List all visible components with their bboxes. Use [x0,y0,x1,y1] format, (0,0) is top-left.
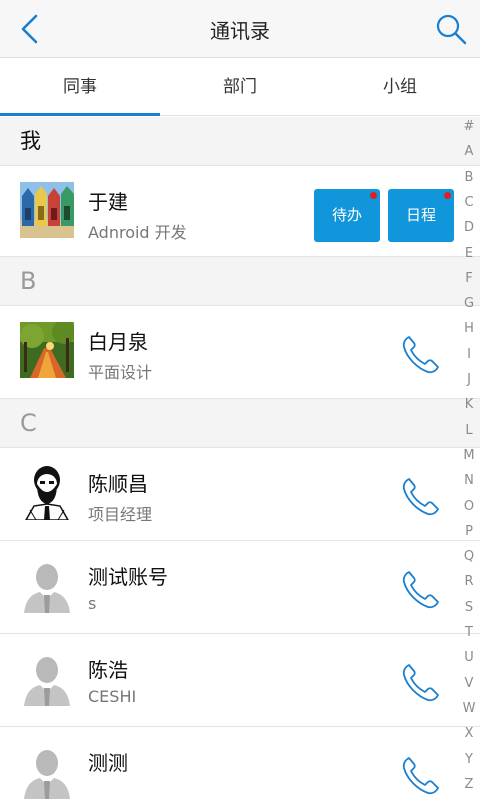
avatar [20,464,74,520]
schedule-label: 日程 [405,206,436,224]
phone-icon[interactable] [400,569,442,611]
index-letter[interactable]: P [458,524,480,539]
contact-subtitle: s [88,594,97,613]
todo-label: 待办 [331,206,362,224]
index-letter[interactable]: G [458,296,480,311]
index-letter[interactable]: J [458,372,480,387]
index-letter[interactable]: L [458,423,480,438]
contact-list: 我 于建 Adnroid 开发 待办 日程 B 白月泉 平面设计 C 陈顺昌 项… [0,117,480,800]
index-letter[interactable]: U [458,650,480,665]
index-letter[interactable]: F [458,271,480,286]
contact-name: 白月泉 [88,330,148,354]
index-letter[interactable]: T [458,625,480,640]
index-letter[interactable]: K [458,397,480,412]
index-letter[interactable]: Y [458,752,480,767]
section-header-b: B [0,257,480,306]
avatar [20,322,74,378]
phone-icon[interactable] [400,476,442,518]
page-title: 通讯录 [210,19,270,43]
top-bar: 通讯录 [0,0,480,58]
default-avatar-icon [20,743,74,799]
section-header-me: 我 [0,117,480,166]
contact-name: 测试账号 [88,565,168,589]
index-letter[interactable]: W [458,701,480,716]
contact-name: 陈顺昌 [88,472,148,496]
contact-row[interactable]: 测测 [0,727,480,800]
contact-name: 于建 [88,190,128,214]
notification-dot [370,192,377,199]
index-letter[interactable]: Z [458,777,480,792]
schedule-button[interactable]: 日程 [388,189,454,242]
index-letter[interactable]: # [458,119,480,134]
contact-name: 测测 [88,751,128,775]
index-letter[interactable]: S [458,600,480,615]
phone-icon[interactable] [400,755,442,797]
index-letter[interactable]: D [458,220,480,235]
index-letter[interactable]: R [458,574,480,589]
default-avatar-icon [20,557,74,613]
tab-departments[interactable]: 部门 [160,59,320,115]
contact-row[interactable]: 陈顺昌 项目经理 [0,448,480,541]
avatar [20,182,74,238]
index-letter[interactable]: H [458,321,480,336]
contact-subtitle: Adnroid 开发 [88,223,187,242]
phone-icon[interactable] [400,662,442,704]
tab-colleagues[interactable]: 同事 [0,59,160,116]
section-header-c: C [0,399,480,448]
tab-groups[interactable]: 小组 [320,59,480,115]
index-letter[interactable]: C [458,195,480,210]
index-letter[interactable]: I [458,347,480,362]
search-icon[interactable] [434,12,468,46]
index-letter[interactable]: O [458,499,480,514]
index-letter[interactable]: M [458,448,480,463]
contact-row[interactable]: 陈浩 CESHI [0,634,480,727]
index-letter[interactable]: B [458,170,480,185]
index-letter[interactable]: E [458,246,480,261]
default-avatar-icon [20,650,74,706]
contact-subtitle: 平面设计 [88,363,153,382]
contact-subtitle: CESHI [88,687,137,706]
index-letter[interactable]: X [458,726,480,741]
contact-name: 陈浩 [88,658,128,682]
contact-row[interactable]: 测试账号 s [0,541,480,634]
todo-button[interactable]: 待办 [314,189,380,242]
index-letter[interactable]: A [458,144,480,159]
contact-subtitle: 项目经理 [88,505,153,524]
index-letter[interactable]: V [458,676,480,691]
index-letter[interactable]: N [458,473,480,488]
contact-row[interactable]: 白月泉 平面设计 [0,306,480,399]
alphabet-index-bar[interactable]: # A B C D E F G H I J K L M N O P Q R S T U V W X Y Z [458,117,480,800]
phone-icon[interactable] [400,334,442,376]
my-profile-row[interactable]: 于建 Adnroid 开发 待办 日程 [0,166,480,257]
tab-bar: 同事 部门 小组 [0,59,480,116]
notification-dot [444,192,451,199]
index-letter[interactable]: Q [458,549,480,564]
